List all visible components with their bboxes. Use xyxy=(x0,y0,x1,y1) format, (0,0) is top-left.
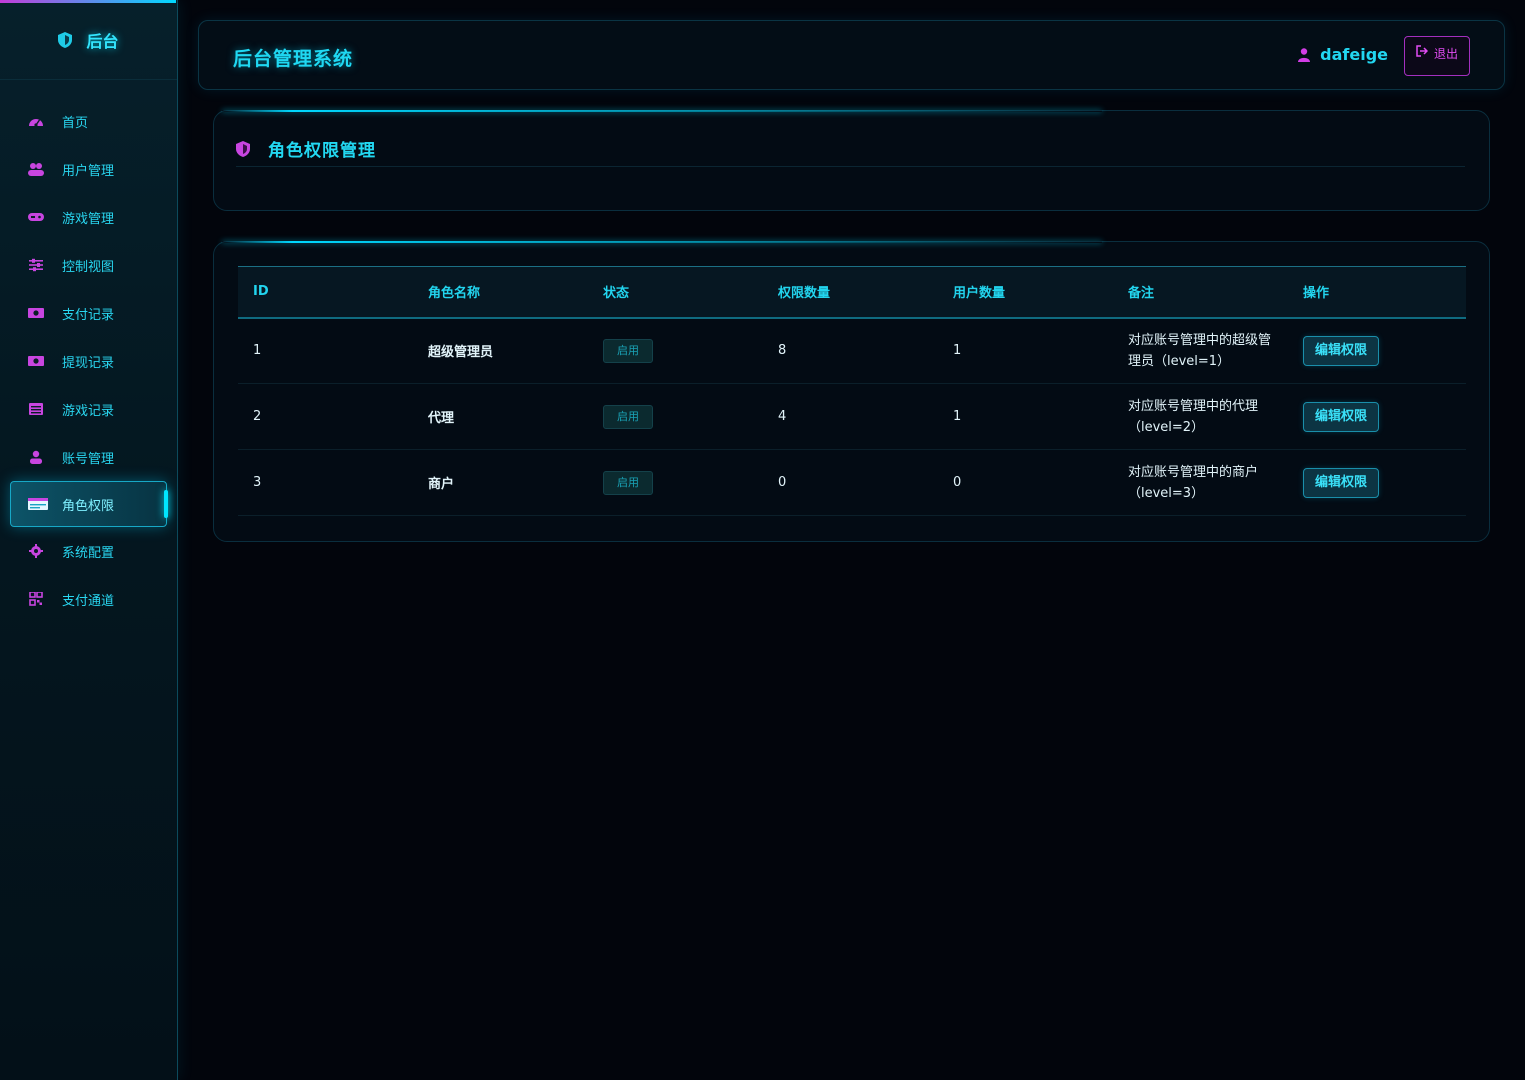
sidebar-item-withdrawals[interactable]: 提现记录 xyxy=(0,337,177,385)
sidebar-item-label: 支付记录 xyxy=(62,307,115,323)
cell-status: 启用 xyxy=(588,318,763,384)
cell-role-name: 商户 xyxy=(428,477,455,492)
cell-id: 1 xyxy=(253,343,262,359)
sidebar-item-label: 角色权限 xyxy=(62,498,115,514)
column-header-user-count: 用户数量 xyxy=(953,286,1006,302)
panel-glow-line xyxy=(222,241,1102,243)
edit-permissions-button[interactable]: 编辑权限 xyxy=(1303,335,1379,366)
cell-status: 启用 xyxy=(588,384,763,450)
roles-table-panel: ID 角色名称 状态 权限数量 用户数量 备注 操作 1 超级管理员 启用 8 xyxy=(213,241,1490,542)
dashboard-icon xyxy=(28,114,44,128)
sidebar-nav: 首页 用户管理 游戏管理 控制视图 支付记录 提现记录 游戏记录 账号管理 角色… xyxy=(0,97,177,623)
page-heading: 角色权限管理 xyxy=(236,136,376,161)
top-header: 后台管理系统 dafeige 退出 xyxy=(198,20,1505,90)
table-header-row: ID 角色名称 状态 权限数量 用户数量 备注 操作 xyxy=(238,266,1466,318)
sidebar-accent-line xyxy=(0,0,176,3)
cell-note: 对应账号管理中的超级管理员（level=1） xyxy=(1128,332,1272,369)
logout-label: 退出 xyxy=(1433,47,1458,61)
app-root: 后台 首页 用户管理 游戏管理 控制视图 支付记录 提现记录 游戏记录 账号管理… xyxy=(0,0,1525,1080)
status-badge: 启用 xyxy=(603,470,653,495)
app-title: 后台管理系统 xyxy=(233,48,354,70)
gamepad-icon xyxy=(28,210,44,224)
sidebar-item-label: 游戏管理 xyxy=(62,211,115,227)
edit-permissions-button[interactable]: 编辑权限 xyxy=(1303,467,1379,498)
sidebar-item-payment-channels[interactable]: 支付通道 xyxy=(0,575,177,623)
sidebar-item-payments[interactable]: 支付记录 xyxy=(0,289,177,337)
column-header-id: ID xyxy=(253,284,269,300)
account-icon xyxy=(28,450,44,464)
cell-permission-count: 4 xyxy=(778,409,787,424)
cell-status: 启用 xyxy=(588,450,763,516)
cell-id: 3 xyxy=(253,475,262,490)
sidebar-item-label: 控制视图 xyxy=(62,259,115,275)
sidebar-item-label: 游戏记录 xyxy=(62,403,115,419)
sidebar-item-label: 账号管理 xyxy=(62,451,115,467)
sidebar-item-accounts[interactable]: 账号管理 xyxy=(0,433,177,481)
status-badge: 启用 xyxy=(603,338,653,363)
cell-actions: 编辑权限 xyxy=(1288,384,1466,450)
column-header-note: 备注 xyxy=(1128,286,1155,302)
sidebar-item-label: 系统配置 xyxy=(62,545,115,561)
cell-role-name: 代理 xyxy=(428,411,455,426)
status-badge: 启用 xyxy=(603,404,653,429)
sidebar: 后台 首页 用户管理 游戏管理 控制视图 支付记录 提现记录 游戏记录 账号管理… xyxy=(0,0,178,1080)
shield-icon xyxy=(58,31,73,48)
column-header-role-name: 角色名称 xyxy=(428,286,481,302)
money-icon xyxy=(28,354,44,368)
brand-title: 后台 xyxy=(86,31,119,51)
user-info: dafeige xyxy=(1298,45,1388,64)
sidebar-item-home[interactable]: 首页 xyxy=(0,97,177,145)
cell-note: 对应账号管理中的商户（level=3） xyxy=(1128,464,1259,501)
column-header-permission-count: 权限数量 xyxy=(778,286,831,302)
page-title-panel: 角色权限管理 xyxy=(213,110,1490,211)
cell-role-name: 超级管理员 xyxy=(428,345,494,361)
table-container: ID 角色名称 状态 权限数量 用户数量 备注 操作 1 超级管理员 启用 8 xyxy=(238,266,1466,516)
brand: 后台 xyxy=(0,0,177,80)
logout-button[interactable]: 退出 xyxy=(1404,36,1470,76)
cell-permission-count: 0 xyxy=(778,475,787,490)
column-header-actions: 操作 xyxy=(1303,286,1330,302)
cell-permission-count: 8 xyxy=(778,343,787,359)
page-title: 角色权限管理 xyxy=(268,141,376,161)
cell-user-count: 0 xyxy=(953,475,962,490)
sliders-icon xyxy=(28,258,44,272)
cell-user-count: 1 xyxy=(953,343,962,359)
qrcode-icon xyxy=(28,592,44,606)
table-row: 3 商户 启用 0 0 对应账号管理中的商户（level=3） 编辑权限 xyxy=(238,450,1466,516)
username: dafeige xyxy=(1320,45,1388,64)
cell-actions: 编辑权限 xyxy=(1288,318,1466,384)
edit-permissions-button[interactable]: 编辑权限 xyxy=(1303,401,1379,432)
sidebar-item-games[interactable]: 游戏管理 xyxy=(0,193,177,241)
id-card-icon xyxy=(28,497,48,511)
table-row: 1 超级管理员 启用 8 1 对应账号管理中的超级管理员（level=1） 编辑… xyxy=(238,318,1466,384)
sidebar-item-system-config[interactable]: 系统配置 xyxy=(0,527,177,575)
table-body: 1 超级管理员 启用 8 1 对应账号管理中的超级管理员（level=1） 编辑… xyxy=(238,318,1466,516)
money-icon xyxy=(28,306,44,320)
sidebar-item-label: 提现记录 xyxy=(62,355,115,371)
cell-id: 2 xyxy=(253,409,262,424)
sidebar-item-control-view[interactable]: 控制视图 xyxy=(0,241,177,289)
roles-table: ID 角色名称 状态 权限数量 用户数量 备注 操作 1 超级管理员 启用 8 xyxy=(238,266,1466,516)
cell-actions: 编辑权限 xyxy=(1288,450,1466,516)
column-header-status: 状态 xyxy=(603,286,630,302)
sidebar-item-game-records[interactable]: 游戏记录 xyxy=(0,385,177,433)
sidebar-item-label: 用户管理 xyxy=(62,163,115,179)
sidebar-item-users[interactable]: 用户管理 xyxy=(0,145,177,193)
user-icon xyxy=(1298,47,1311,62)
sidebar-item-label: 支付通道 xyxy=(62,593,115,609)
cell-user-count: 1 xyxy=(953,409,962,424)
divider xyxy=(236,166,1465,167)
sidebar-item-label: 首页 xyxy=(62,115,89,131)
cell-note: 对应账号管理中的代理（level=2） xyxy=(1128,398,1259,435)
sidebar-item-role-permissions[interactable]: 角色权限 xyxy=(10,481,168,527)
table-row: 2 代理 启用 4 1 对应账号管理中的代理（level=2） 编辑权限 xyxy=(238,384,1466,450)
gear-icon xyxy=(28,544,44,558)
table-header: ID 角色名称 状态 权限数量 用户数量 备注 操作 xyxy=(238,266,1466,318)
shield-icon xyxy=(236,140,250,157)
users-icon xyxy=(28,162,44,176)
panel-glow-line xyxy=(222,110,1102,112)
logout-icon xyxy=(1416,45,1428,57)
list-icon xyxy=(28,402,44,416)
